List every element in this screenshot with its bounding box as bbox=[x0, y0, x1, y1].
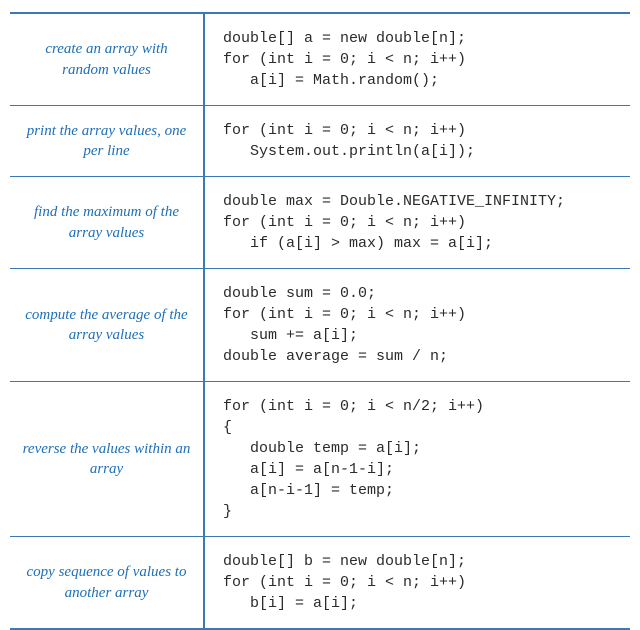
code-examples-table: create an array with random values doubl… bbox=[10, 12, 630, 630]
table-row: print the array values, one per line for… bbox=[10, 106, 630, 177]
row-label: create an array with random values bbox=[10, 14, 205, 105]
row-code: double max = Double.NEGATIVE_INFINITY; f… bbox=[205, 177, 630, 268]
row-label: print the array values, one per line bbox=[10, 106, 205, 176]
table-row: reverse the values within an array for (… bbox=[10, 382, 630, 537]
row-code: double sum = 0.0; for (int i = 0; i < n;… bbox=[205, 269, 630, 381]
table-row: copy sequence of values to another array… bbox=[10, 537, 630, 628]
table-row: create an array with random values doubl… bbox=[10, 14, 630, 106]
row-label: find the maximum of the array values bbox=[10, 177, 205, 268]
row-code: for (int i = 0; i < n; i++) System.out.p… bbox=[205, 106, 630, 176]
row-label: reverse the values within an array bbox=[10, 382, 205, 536]
row-label: copy sequence of values to another array bbox=[10, 537, 205, 628]
table-row: find the maximum of the array values dou… bbox=[10, 177, 630, 269]
row-code: for (int i = 0; i < n/2; i++) { double t… bbox=[205, 382, 630, 536]
row-label: compute the average of the array values bbox=[10, 269, 205, 381]
row-code: double[] a = new double[n]; for (int i =… bbox=[205, 14, 630, 105]
row-code: double[] b = new double[n]; for (int i =… bbox=[205, 537, 630, 628]
table-row: compute the average of the array values … bbox=[10, 269, 630, 382]
